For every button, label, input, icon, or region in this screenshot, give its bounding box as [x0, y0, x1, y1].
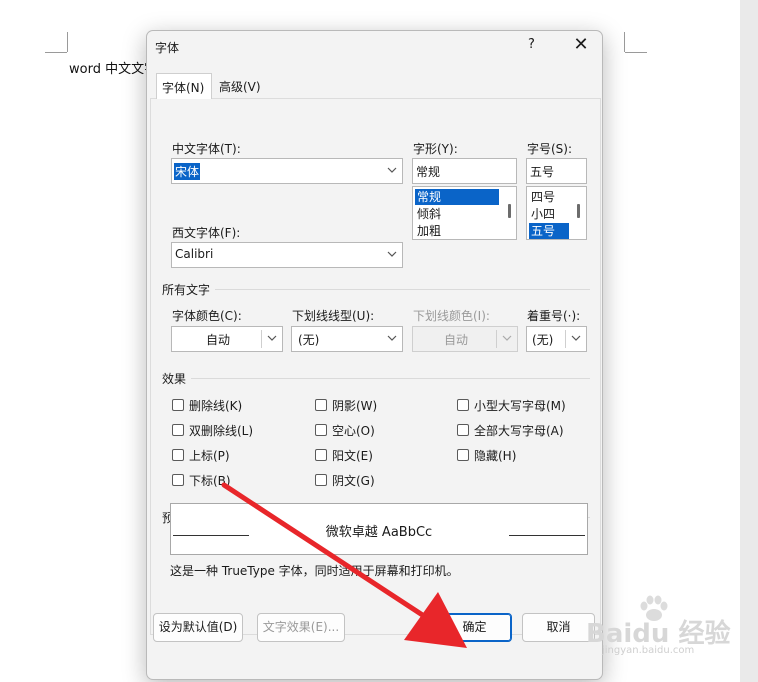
strikethrough-checkbox[interactable]	[172, 399, 184, 411]
shadow-checkbox[interactable]	[315, 399, 327, 411]
crop-mark-right-vertical	[624, 32, 625, 52]
ok-button[interactable]: 确定	[437, 613, 512, 642]
dialog-title: 字体	[155, 41, 180, 55]
shadow-label[interactable]: 阴影(W)	[332, 397, 377, 414]
close-button[interactable]: ✕	[567, 33, 595, 59]
font-color-label: 字体颜色(C):	[172, 309, 242, 323]
effects-section-label: 效果	[162, 372, 187, 386]
underline-style-value: (无)	[298, 333, 320, 347]
font-size-list[interactable]: 四号 小四 五号	[526, 186, 587, 240]
all-caps-checkbox[interactable]	[457, 424, 469, 436]
crop-mark-left-horizontal	[45, 52, 67, 53]
font-style-label: 字形(Y):	[413, 142, 458, 156]
subscript-label[interactable]: 下标(B)	[189, 472, 231, 489]
crop-mark-right-horizontal	[625, 52, 647, 53]
outline-label[interactable]: 空心(O)	[332, 422, 375, 439]
font-color-combo[interactable]: 自动	[171, 326, 283, 352]
western-font-label: 西文字体(F):	[172, 226, 241, 240]
scrollbar-thumb[interactable]	[508, 204, 511, 218]
double-strikethrough-label[interactable]: 双删除线(L)	[189, 422, 253, 439]
preview-baseline-right	[509, 535, 585, 536]
hidden-checkbox[interactable]	[457, 449, 469, 461]
watermark-sub-text: jingyan.baidu.com	[602, 645, 695, 656]
western-font-combo[interactable]: Calibri	[171, 242, 403, 268]
small-caps-checkbox[interactable]	[457, 399, 469, 411]
emboss-checkbox[interactable]	[315, 449, 327, 461]
font-type-note: 这是一种 TrueType 字体，同时适用于屏幕和打印机。	[170, 564, 459, 578]
chevron-down-icon	[387, 335, 397, 341]
superscript-checkbox[interactable]	[172, 449, 184, 461]
combo-divider	[261, 330, 262, 348]
engrave-checkbox[interactable]	[315, 474, 327, 486]
list-item[interactable]: 倾斜	[415, 206, 499, 222]
preview-sample-text: 微软卓越 AaBbCc	[325, 525, 433, 540]
crop-mark-left-vertical	[67, 32, 68, 52]
hidden-label[interactable]: 隐藏(H)	[474, 447, 516, 464]
preview-box: 微软卓越 AaBbCc	[170, 503, 588, 555]
underline-color-value: 自动	[443, 333, 468, 347]
engrave-label[interactable]: 阴文(G)	[332, 472, 375, 489]
font-size-input[interactable]: 五号	[526, 158, 587, 184]
document-body-text[interactable]: word 中文文字	[69, 58, 157, 77]
font-style-input[interactable]: 常规	[412, 158, 517, 184]
combo-divider	[496, 330, 497, 348]
list-item[interactable]: 四号	[529, 189, 569, 205]
small-caps-label[interactable]: 小型大写字母(M)	[474, 397, 566, 414]
font-color-value: 自动	[205, 333, 230, 347]
scrollbar-thumb[interactable]	[577, 204, 580, 218]
emphasis-mark-combo[interactable]: (无)	[526, 326, 587, 352]
emboss-label[interactable]: 阳文(E)	[332, 447, 373, 464]
font-style-list[interactable]: 常规 倾斜 加粗	[412, 186, 517, 240]
chevron-down-icon	[387, 251, 397, 257]
font-style-value: 常规	[416, 165, 441, 179]
outline-checkbox[interactable]	[315, 424, 327, 436]
font-size-value: 五号	[530, 165, 555, 179]
dialog-titlebar[interactable]: 字体 ? ✕	[147, 31, 602, 63]
strikethrough-label[interactable]: 删除线(K)	[189, 397, 242, 414]
font-dialog: 字体 ? ✕ 字体(N) 高级(V) 中文字体(T): 宋体 字形(Y): 常规…	[146, 30, 603, 680]
chevron-down-icon	[571, 335, 581, 341]
chevron-down-icon	[267, 335, 277, 341]
list-item[interactable]: 常规	[415, 189, 499, 205]
superscript-label[interactable]: 上标(P)	[189, 447, 230, 464]
document-margin-area	[740, 0, 758, 682]
underline-style-combo[interactable]: (无)	[291, 326, 403, 352]
emphasis-mark-value: (无)	[532, 333, 554, 347]
chevron-down-icon	[502, 335, 512, 341]
tab-font[interactable]: 字体(N)	[156, 73, 212, 99]
combo-divider	[565, 330, 566, 348]
underline-color-label: 下划线颜色(I):	[413, 309, 490, 323]
list-item[interactable]: 五号	[529, 223, 569, 239]
tab-advanced[interactable]: 高级(V)	[214, 73, 268, 99]
text-effects-button: 文字效果(E)...	[257, 613, 345, 642]
western-font-value: Calibri	[175, 247, 214, 261]
subscript-checkbox[interactable]	[172, 474, 184, 486]
set-default-button[interactable]: 设为默认值(D)	[153, 613, 243, 642]
underline-style-label: 下划线线型(U):	[292, 309, 375, 323]
section-divider	[215, 289, 590, 290]
font-size-label: 字号(S):	[527, 142, 573, 156]
underline-color-combo: 自动	[412, 326, 518, 352]
emphasis-mark-label: 着重号(·):	[527, 309, 581, 323]
double-strikethrough-checkbox[interactable]	[172, 424, 184, 436]
list-item[interactable]: 小四	[529, 206, 569, 222]
list-item[interactable]: 加粗	[415, 223, 499, 239]
chevron-down-icon	[387, 167, 397, 173]
chinese-font-value: 宋体	[174, 163, 201, 180]
all-text-section-label: 所有文字	[162, 283, 211, 297]
all-caps-label[interactable]: 全部大写字母(A)	[474, 422, 564, 439]
baidu-watermark: Baidu 经验 jingyan.baidu.com	[578, 595, 738, 665]
help-button[interactable]: ?	[528, 37, 542, 55]
chinese-font-combo[interactable]: 宋体	[171, 158, 403, 184]
chinese-font-label: 中文字体(T):	[172, 142, 241, 156]
section-divider	[191, 378, 590, 379]
